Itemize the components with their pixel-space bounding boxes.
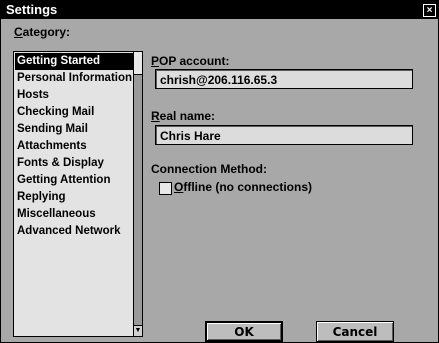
category-label: Category: [14,25,70,39]
ok-button[interactable]: OK [205,321,283,342]
list-item[interactable]: Replying [15,189,133,206]
list-item[interactable]: Attachments [15,138,133,155]
realname-label-mnemonic: R [151,109,160,123]
category-list[interactable]: Getting Started Personal Information Hos… [13,51,143,337]
close-icon[interactable]: × [423,4,436,17]
offline-checkbox[interactable] [159,182,172,195]
pop-account-input[interactable]: chrish@206.116.65.3 [155,69,413,89]
offline-label-rest: ffline (no connections) [183,180,313,194]
list-item[interactable]: Advanced Network [15,223,133,240]
pop-label-rest: OP account: [159,54,230,68]
realname-label-rest: eal name: [159,109,216,123]
real-name-input[interactable]: Chris Hare [155,125,413,145]
list-item[interactable]: Sending Mail [15,121,133,138]
scrollbar-thumb[interactable] [134,52,142,75]
list-item[interactable]: Getting Attention [15,172,133,189]
category-label-rest: ategory: [22,25,71,39]
title-bar: Settings × [1,1,438,19]
window-title: Settings [6,2,58,17]
connection-method-label: Connection Method: [151,162,267,176]
real-name-label: Real name: [151,109,215,123]
offline-checkbox-label[interactable]: Offline (no connections) [174,180,312,194]
category-label-mnemonic: C [14,25,23,39]
pop-label-mnemonic: P [151,54,160,68]
scroll-down-icon[interactable]: ▼ [134,325,142,336]
settings-window: Settings × Category: Getting Started Per… [0,0,439,343]
list-item[interactable]: Checking Mail [15,104,133,121]
list-item[interactable]: Miscellaneous [15,206,133,223]
pop-account-label: POP account: [151,54,229,68]
list-item[interactable]: Getting Started [15,53,133,70]
offline-label-mnemonic: O [174,180,184,194]
list-item[interactable]: Fonts & Display [15,155,133,172]
list-item[interactable]: Hosts [15,87,133,104]
cancel-button[interactable]: Cancel [316,321,394,342]
list-item[interactable]: Personal Information [15,70,133,87]
list-scrollbar[interactable]: ▼ [133,52,142,336]
